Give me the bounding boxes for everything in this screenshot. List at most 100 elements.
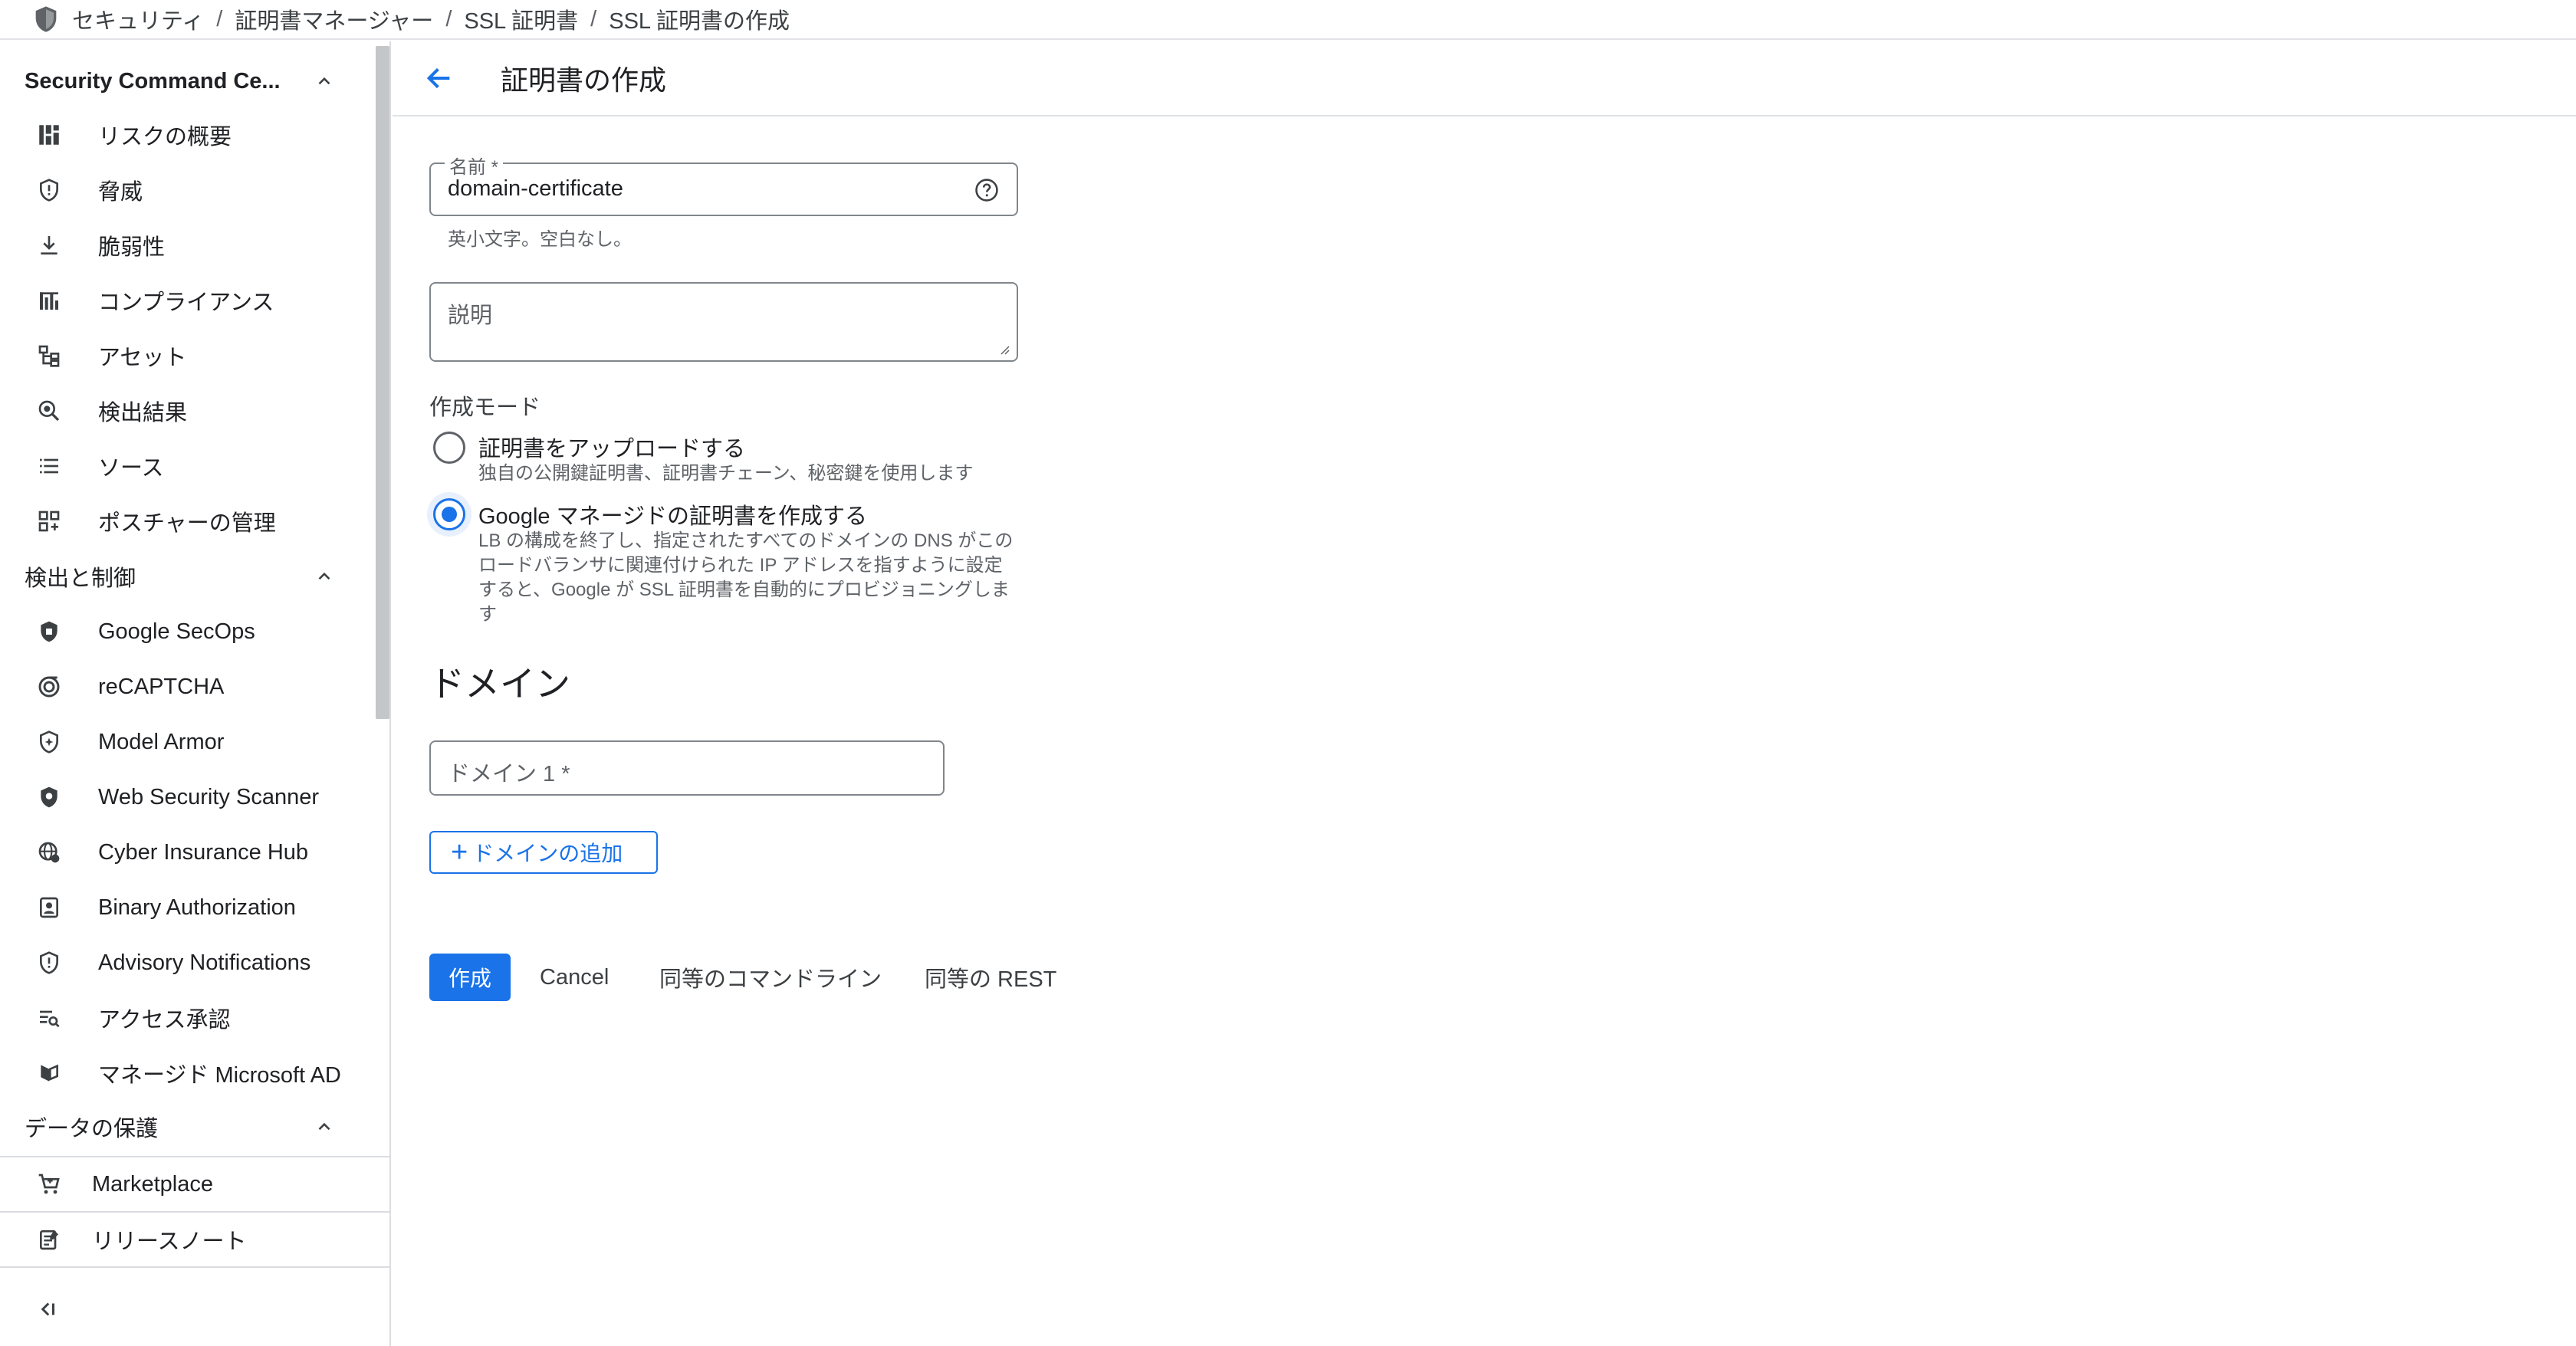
sidebar: Security Command Ce... リスクの概要 脅威 脆弱性 コンプ… bbox=[0, 41, 391, 1346]
microsoft-ad-icon bbox=[34, 1058, 64, 1088]
shield-info-icon bbox=[34, 947, 64, 978]
mode-google-managed-radio[interactable] bbox=[433, 498, 465, 530]
search-findings-icon bbox=[34, 396, 64, 426]
bar-chart-icon bbox=[34, 285, 64, 316]
breadcrumb-cert-manager[interactable]: 証明書マネージャー bbox=[235, 3, 433, 35]
model-armor-icon bbox=[34, 727, 64, 757]
sidebar-section-label: データの保護 bbox=[25, 1117, 159, 1141]
sidebar-item-label: アセット bbox=[98, 346, 187, 370]
sidebar-item-label: ポスチャーの管理 bbox=[98, 511, 276, 536]
breadcrumb-current: SSL 証明書の作成 bbox=[609, 9, 790, 34]
equivalent-rest-button[interactable]: 同等の REST bbox=[925, 954, 1056, 1001]
equivalent-command-line-button[interactable]: 同等のコマンドライン bbox=[659, 954, 882, 1001]
mode-google-managed-desc: LB の構成を終了し、指定されたすべてのドメインの DNS がこのロードバランサ… bbox=[478, 530, 1014, 625]
mode-upload-radio[interactable] bbox=[433, 432, 465, 464]
domain-1-placeholder: ドメイン 1 * bbox=[448, 762, 570, 786]
sidebar-item-label: 脆弱性 bbox=[98, 235, 166, 260]
dashboard-icon bbox=[34, 120, 64, 150]
sidebar-item-label: マネージド Microsoft AD bbox=[98, 1063, 341, 1088]
secops-icon bbox=[34, 616, 64, 647]
sidebar-item-label: Advisory Notifications bbox=[98, 950, 311, 975]
sidebar-item-label: Web Security Scanner bbox=[98, 784, 319, 809]
sidebar-item-advisory-notifications[interactable]: Advisory Notifications bbox=[0, 935, 368, 990]
sidebar-item-label: コンプライアンス bbox=[98, 291, 274, 315]
scanner-shield-icon bbox=[34, 782, 64, 813]
sidebar-section-label: Security Command Ce... bbox=[25, 68, 281, 94]
breadcrumb-separator: / bbox=[590, 6, 597, 31]
shield-alert-icon bbox=[34, 175, 64, 205]
plus-icon: + bbox=[451, 836, 468, 868]
add-domain-button[interactable]: + ドメインの追加 bbox=[429, 831, 658, 874]
recaptcha-icon bbox=[34, 671, 64, 702]
collapse-sidebar-icon[interactable] bbox=[31, 1292, 64, 1326]
sidebar-item-managed-microsoft-ad[interactable]: マネージド Microsoft AD bbox=[0, 1046, 368, 1101]
sidebar-item-access-approval[interactable]: アクセス承認 bbox=[0, 990, 368, 1046]
page-title: 証明書の作成 bbox=[501, 64, 667, 96]
sidebar-item-findings[interactable]: 検出結果 bbox=[0, 383, 368, 438]
sidebar-item-label: リスクの概要 bbox=[98, 125, 232, 149]
sidebar-section-scc[interactable]: Security Command Ce... bbox=[0, 55, 353, 107]
sidebar-item-label: Cyber Insurance Hub bbox=[98, 839, 309, 865]
sidebar-item-release-notes[interactable]: リリースノート bbox=[0, 1211, 391, 1268]
sidebar-item-label: 脅威 bbox=[98, 180, 143, 205]
badge-icon bbox=[34, 892, 64, 923]
back-arrow-icon[interactable] bbox=[418, 57, 461, 100]
name-hint: 英小文字。空白なし。 bbox=[448, 229, 632, 250]
mode-upload-desc: 独自の公開鍵証明書、証明書チェーン、秘密鍵を使用します bbox=[478, 463, 974, 484]
sidebar-item-threats[interactable]: 脅威 bbox=[0, 163, 368, 218]
sidebar-section-detection[interactable]: 検出と制御 bbox=[0, 550, 353, 602]
globe-icon bbox=[34, 837, 64, 868]
mode-upload-title: 証明書をアップロードする bbox=[478, 437, 746, 461]
chevron-up-icon bbox=[311, 1114, 337, 1140]
sidebar-item-label: アクセス承認 bbox=[98, 1008, 231, 1032]
asset-tree-icon bbox=[34, 340, 64, 371]
sidebar-item-cyber-insurance-hub[interactable]: Cyber Insurance Hub bbox=[0, 825, 368, 880]
description-placeholder: 説明 bbox=[448, 304, 493, 328]
sidebar-item-binary-authorization[interactable]: Binary Authorization bbox=[0, 880, 368, 935]
download-icon bbox=[34, 230, 64, 261]
sidebar-item-model-armor[interactable]: Model Armor bbox=[0, 714, 368, 770]
domain-1-field[interactable]: ドメイン 1 * bbox=[429, 740, 945, 796]
name-field-label: 名前 * bbox=[445, 152, 504, 179]
sidebar-item-sources[interactable]: ソース bbox=[0, 438, 368, 494]
list-icon bbox=[34, 451, 64, 481]
sidebar-section-data-protection[interactable]: データの保護 bbox=[0, 1101, 353, 1153]
name-input[interactable]: domain-certificate bbox=[448, 176, 623, 202]
sidebar-scrollbar[interactable] bbox=[376, 46, 389, 719]
chevron-up-icon bbox=[311, 68, 337, 94]
sidebar-item-label: Google SecOps bbox=[98, 619, 255, 644]
help-icon[interactable] bbox=[974, 177, 1000, 203]
sidebar-item-google-secops[interactable]: Google SecOps bbox=[0, 604, 368, 659]
sidebar-item-posture-management[interactable]: ポスチャーの管理 bbox=[0, 494, 368, 549]
list-search-icon bbox=[34, 1003, 64, 1033]
cancel-button[interactable]: Cancel bbox=[540, 954, 609, 1001]
resize-handle-icon[interactable] bbox=[998, 343, 1010, 356]
sidebar-item-marketplace[interactable]: Marketplace bbox=[0, 1156, 391, 1211]
page-header: 証明書の作成 bbox=[393, 41, 2576, 117]
description-field[interactable]: 説明 bbox=[429, 282, 1018, 362]
sidebar-section-label: 検出と制御 bbox=[25, 566, 136, 591]
sidebar-item-recaptcha[interactable]: reCAPTCHA bbox=[0, 659, 368, 714]
sidebar-item-label: Marketplace bbox=[92, 1171, 213, 1197]
sidebar-item-assets[interactable]: アセット bbox=[0, 328, 368, 383]
sidebar-item-label: Model Armor bbox=[98, 729, 225, 754]
sidebar-item-label: 検出結果 bbox=[98, 401, 188, 425]
cart-icon bbox=[34, 1169, 64, 1200]
name-field[interactable]: 名前 * domain-certificate bbox=[429, 152, 1018, 216]
security-shield-icon bbox=[31, 2, 64, 36]
sidebar-item-label: ソース bbox=[98, 456, 164, 481]
breadcrumb-ssl-certs[interactable]: SSL 証明書 bbox=[464, 3, 578, 35]
add-domain-label: ドメインの追加 bbox=[472, 842, 623, 865]
mode-google-managed-title: Google マネージドの証明書を作成する bbox=[478, 504, 867, 529]
breadcrumb-separator: / bbox=[445, 6, 452, 31]
release-notes-icon bbox=[34, 1224, 64, 1255]
sidebar-item-web-security-scanner[interactable]: Web Security Scanner bbox=[0, 770, 368, 825]
sidebar-item-label: reCAPTCHA bbox=[98, 674, 225, 699]
chevron-up-icon bbox=[311, 563, 337, 589]
sidebar-item-vulnerabilities[interactable]: 脆弱性 bbox=[0, 218, 368, 273]
posture-icon bbox=[34, 506, 64, 537]
breadcrumb-security[interactable]: セキュリティ bbox=[72, 3, 204, 35]
create-button[interactable]: 作成 bbox=[429, 954, 511, 1001]
sidebar-item-compliance[interactable]: コンプライアンス bbox=[0, 273, 368, 328]
sidebar-item-risk-overview[interactable]: リスクの概要 bbox=[0, 107, 368, 163]
